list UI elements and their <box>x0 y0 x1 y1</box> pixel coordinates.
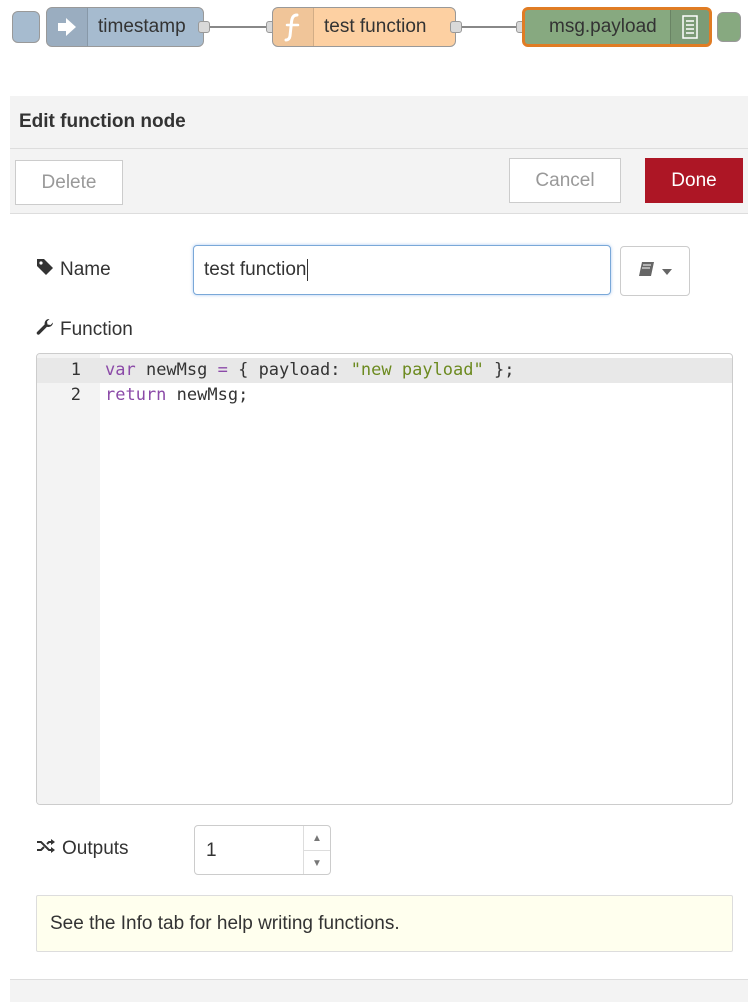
line-number: 1 <box>70 360 81 380</box>
line-number-gutter <box>37 354 100 804</box>
code-line[interactable]: 2 return newMsg; <box>37 383 732 408</box>
caret-down-icon <box>662 262 672 280</box>
name-row-label: Name <box>36 258 111 282</box>
node-label: test function <box>324 16 427 37</box>
code-token: "new payload" <box>350 360 484 380</box>
code-token: newMsg <box>135 360 218 380</box>
list-icon <box>670 10 709 44</box>
help-tip-text: See the Info tab for help writing functi… <box>50 912 400 934</box>
name-input[interactable]: test function <box>193 245 611 295</box>
code-token: }; <box>483 360 515 380</box>
tray-toolbar: Delete Cancel Done <box>10 149 748 214</box>
outputs-value[interactable]: 1 <box>206 826 217 876</box>
output-port[interactable] <box>450 21 462 33</box>
stepper-down-button[interactable]: ▼ <box>304 851 330 875</box>
done-button[interactable]: Done <box>645 158 743 203</box>
shuffle-icon <box>36 838 56 860</box>
code-token: var <box>105 360 136 380</box>
code-text: var newMsg = { payload: "new payload" }; <box>105 358 514 383</box>
cancel-button[interactable]: Cancel <box>509 158 621 203</box>
outputs-row-label: Outputs <box>36 838 129 860</box>
book-icon <box>638 261 656 282</box>
inject-button[interactable] <box>12 11 40 43</box>
inject-node[interactable]: timestamp <box>46 7 204 47</box>
delete-button[interactable]: Delete <box>15 160 123 205</box>
function-icon <box>273 8 314 46</box>
code-token: { payload: <box>227 360 351 380</box>
wire <box>205 26 275 28</box>
node-label: msg.payload <box>549 16 657 37</box>
help-tip: See the Info tab for help writing functi… <box>36 895 733 952</box>
line-number: 2 <box>70 385 81 405</box>
tray-title: Edit function node <box>10 96 748 149</box>
code-line[interactable]: 1 var newMsg = { payload: "new payload" }… <box>37 358 732 383</box>
output-port[interactable] <box>198 21 210 33</box>
code-token: return <box>105 385 167 405</box>
wrench-icon <box>36 318 54 342</box>
outputs-label: Outputs <box>62 838 129 859</box>
name-label: Name <box>60 259 111 280</box>
code-token: = <box>217 360 228 380</box>
function-label: Function <box>60 319 133 340</box>
icon-picker-button[interactable] <box>620 246 690 296</box>
tag-icon <box>36 258 54 282</box>
outputs-stepper[interactable]: 1 ▲ ▼ <box>194 825 331 875</box>
flow-canvas[interactable]: timestamp test function msg.payload <box>0 0 748 56</box>
debug-node[interactable]: msg.payload <box>522 7 712 47</box>
code-text: return newMsg; <box>105 383 248 408</box>
stepper-up-button[interactable]: ▲ <box>304 826 330 851</box>
text-cursor <box>307 259 309 281</box>
function-row-label: Function <box>36 318 133 342</box>
function-node[interactable]: test function <box>272 7 456 47</box>
arrow-right-icon <box>47 8 88 46</box>
code-editor[interactable]: 1 var newMsg = { payload: "new payload" }… <box>36 353 733 805</box>
stepper-arrows: ▲ ▼ <box>303 826 330 874</box>
edit-tray: Edit function node Delete Cancel Done Na… <box>10 96 748 1002</box>
node-label: timestamp <box>98 16 186 37</box>
name-input-value: test function <box>204 259 307 280</box>
tray-footer <box>10 979 748 1002</box>
debug-toggle-button[interactable] <box>717 12 741 42</box>
code-token: newMsg; <box>166 385 249 405</box>
